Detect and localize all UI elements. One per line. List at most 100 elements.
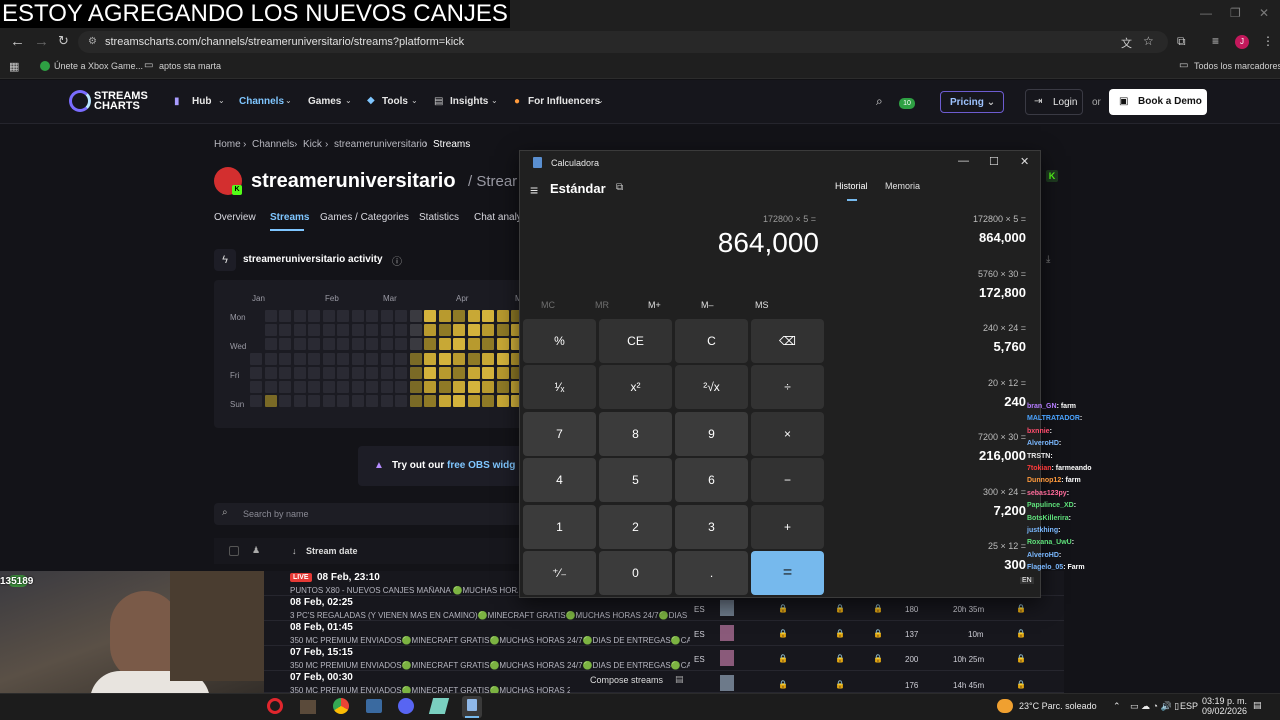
notifications-icon[interactable]: ▤ — [1253, 700, 1262, 711]
pricing-button[interactable]: Pricing ⌄ — [940, 91, 1004, 113]
heatmap-cell[interactable] — [322, 338, 335, 351]
heatmap-cell[interactable] — [409, 352, 422, 365]
heatmap-cell[interactable] — [250, 381, 262, 394]
heatmap-cell[interactable] — [380, 324, 393, 337]
download-icon[interactable]: ⤓ — [1046, 254, 1050, 265]
heatmap-cell[interactable] — [250, 338, 262, 350]
memory-clear[interactable]: MC — [541, 300, 555, 310]
heatmap-cell[interactable] — [279, 310, 291, 322]
heatmap-cell[interactable] — [366, 324, 378, 337]
heatmap-cell[interactable] — [395, 366, 407, 379]
memory-add[interactable]: M+ — [648, 300, 661, 310]
heatmap-cell[interactable] — [308, 352, 320, 365]
history-expression[interactable]: 7200 × 30 = — [978, 432, 1026, 442]
close-icon[interactable]: ✕ — [1259, 6, 1269, 20]
heatmap-cell[interactable] — [366, 366, 378, 379]
heatmap-cell[interactable] — [482, 338, 494, 351]
heatmap-cell[interactable] — [453, 395, 465, 408]
heatmap-cell[interactable] — [322, 324, 335, 337]
heatmap-cell[interactable] — [366, 338, 378, 351]
heatmap-cell[interactable] — [496, 324, 509, 337]
bookmark-star-icon[interactable]: ☆ — [1143, 34, 1154, 48]
memory-subtract[interactable]: M– — [701, 300, 714, 310]
heatmap-cell[interactable] — [308, 310, 320, 322]
heatmap-cell[interactable] — [322, 395, 335, 408]
heatmap-cell[interactable] — [409, 395, 422, 408]
history-expression[interactable]: 172800 × 5 = — [973, 214, 1026, 224]
heatmap-cell[interactable] — [279, 381, 291, 394]
heatmap-cell[interactable] — [308, 366, 320, 379]
heatmap-cell[interactable] — [467, 352, 480, 365]
heatmap-cell[interactable] — [337, 381, 349, 394]
heatmap-cell[interactable] — [467, 366, 480, 379]
heatmap-cell[interactable] — [279, 352, 291, 365]
heatmap-cell[interactable] — [453, 366, 465, 379]
heatmap-cell[interactable] — [467, 381, 480, 394]
heatmap-cell[interactable] — [438, 324, 451, 337]
heatmap-cell[interactable] — [395, 381, 407, 394]
heatmap-cell[interactable] — [337, 366, 349, 379]
heatmap-cell[interactable] — [424, 352, 436, 365]
heatmap-cell[interactable] — [308, 395, 320, 408]
heatmap-cell[interactable] — [293, 324, 306, 337]
forward-icon[interactable]: → — [34, 33, 49, 50]
key-negate[interactable]: ⁺⁄₋ — [523, 551, 596, 595]
key-clear[interactable]: C — [675, 319, 748, 363]
heatmap-cell[interactable] — [366, 395, 378, 408]
heatmap-cell[interactable] — [467, 324, 480, 337]
select-all-checkbox[interactable] — [229, 546, 239, 556]
key-square[interactable]: x² — [599, 365, 672, 410]
key-subtract[interactable]: − — [751, 458, 824, 503]
site-info-icon[interactable]: ⚙ — [88, 36, 97, 47]
hamburger-menu-icon[interactable]: ≡ — [530, 182, 538, 198]
history-expression[interactable]: 240 × 24 = — [983, 323, 1026, 333]
key-six[interactable]: 6 — [675, 458, 748, 503]
heatmap-cell[interactable] — [264, 366, 277, 379]
key-eight[interactable]: 8 — [599, 411, 672, 456]
nav-channels[interactable]: Channels — [239, 96, 284, 107]
key-nine[interactable]: 9 — [675, 411, 748, 456]
heatmap-cell[interactable] — [264, 310, 277, 322]
heatmap-cell[interactable] — [424, 366, 436, 379]
heatmap-cell[interactable] — [380, 310, 393, 322]
heatmap-cell[interactable] — [424, 381, 436, 394]
key-four[interactable]: 4 — [523, 458, 596, 503]
history-expression[interactable]: 25 × 12 = — [988, 541, 1026, 551]
heatmap-cell[interactable] — [482, 381, 494, 394]
streamscharts-logo-icon[interactable] — [69, 90, 91, 112]
heatmap-cell[interactable] — [409, 338, 422, 351]
heatmap-cell[interactable] — [366, 381, 378, 394]
key-decimal[interactable]: . — [675, 551, 748, 595]
key-reciprocal[interactable]: ¹⁄ₓ — [523, 365, 596, 410]
key-multiply[interactable]: × — [751, 411, 824, 456]
heatmap-cell[interactable] — [293, 310, 306, 322]
live-count-badge[interactable]: 10 — [899, 98, 915, 109]
memory-store[interactable]: MS — [755, 300, 769, 310]
breadcrumb-channel[interactable]: streameruniversitario — [334, 139, 427, 150]
heatmap-cell[interactable] — [438, 338, 451, 351]
key-equals[interactable]: = — [751, 551, 824, 595]
key-add[interactable]: + — [751, 504, 824, 549]
heatmap-cell[interactable] — [482, 395, 494, 408]
key-five[interactable]: 5 — [599, 458, 672, 503]
close-icon[interactable]: ✕ — [1020, 155, 1029, 168]
heatmap-cell[interactable] — [438, 395, 451, 408]
heatmap-cell[interactable] — [395, 352, 407, 365]
chevron-up-icon[interactable]: ⌃ — [1113, 701, 1121, 712]
tray-icons[interactable]: ▭ ☁ ◔ 🔊 ▯ — [1130, 701, 1179, 712]
heatmap-cell[interactable] — [467, 395, 480, 408]
bookmark-xbox[interactable]: Únete a Xbox Game... — [54, 61, 143, 71]
url-text[interactable]: streamscharts.com/channels/streamerunive… — [105, 36, 464, 48]
breadcrumb-home[interactable]: Home — [214, 139, 241, 150]
heatmap-cell[interactable] — [453, 310, 465, 322]
chrome-icon[interactable] — [333, 698, 349, 714]
heatmap-cell[interactable] — [380, 395, 393, 408]
key-seven[interactable]: 7 — [523, 411, 596, 456]
heatmap-cell[interactable] — [395, 324, 407, 337]
heatmap-cell[interactable] — [366, 310, 378, 322]
heatmap-cell[interactable] — [293, 352, 306, 365]
all-bookmarks[interactable]: Todos los marcadores — [1194, 61, 1280, 71]
heatmap-cell[interactable] — [351, 395, 364, 408]
tab-statistics[interactable]: Statistics — [419, 212, 459, 223]
key-clear-entry[interactable]: CE — [599, 319, 672, 363]
